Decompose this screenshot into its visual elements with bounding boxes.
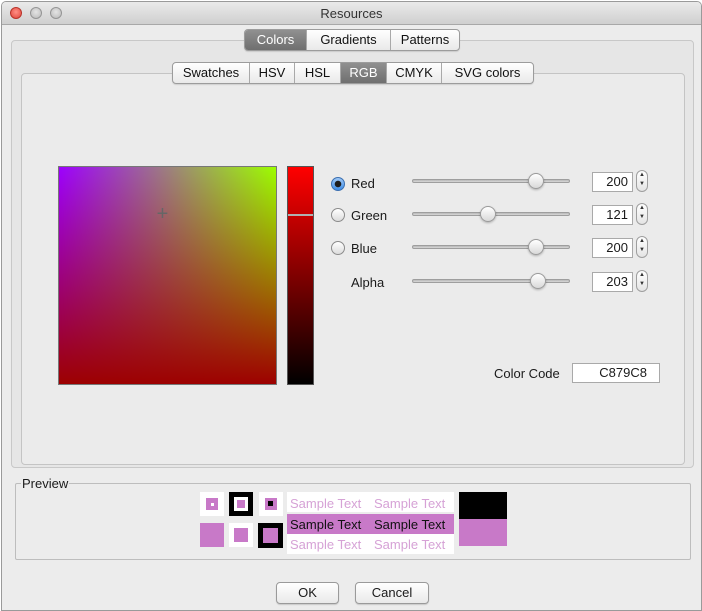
sample-text-light-1: Sample Text: [290, 496, 362, 511]
sample-text-light-4: Sample Text: [374, 537, 446, 552]
preview-swatch-small: [234, 528, 248, 542]
preview-black-block: [459, 492, 507, 519]
sample-text-light-3: Sample Text: [290, 537, 362, 552]
preview-swatch-solid: [200, 523, 224, 547]
preview-color-block: [459, 519, 507, 546]
sample-text-light-2: Sample Text: [374, 496, 446, 511]
ok-button[interactable]: OK: [276, 582, 339, 604]
sample-text-dark-2: Sample Text: [374, 517, 446, 532]
cancel-button[interactable]: Cancel: [355, 582, 429, 604]
sample-text-dark-1: Sample Text: [290, 517, 362, 532]
resources-window: Resources Colors Gradients Patterns Swat…: [1, 1, 702, 611]
